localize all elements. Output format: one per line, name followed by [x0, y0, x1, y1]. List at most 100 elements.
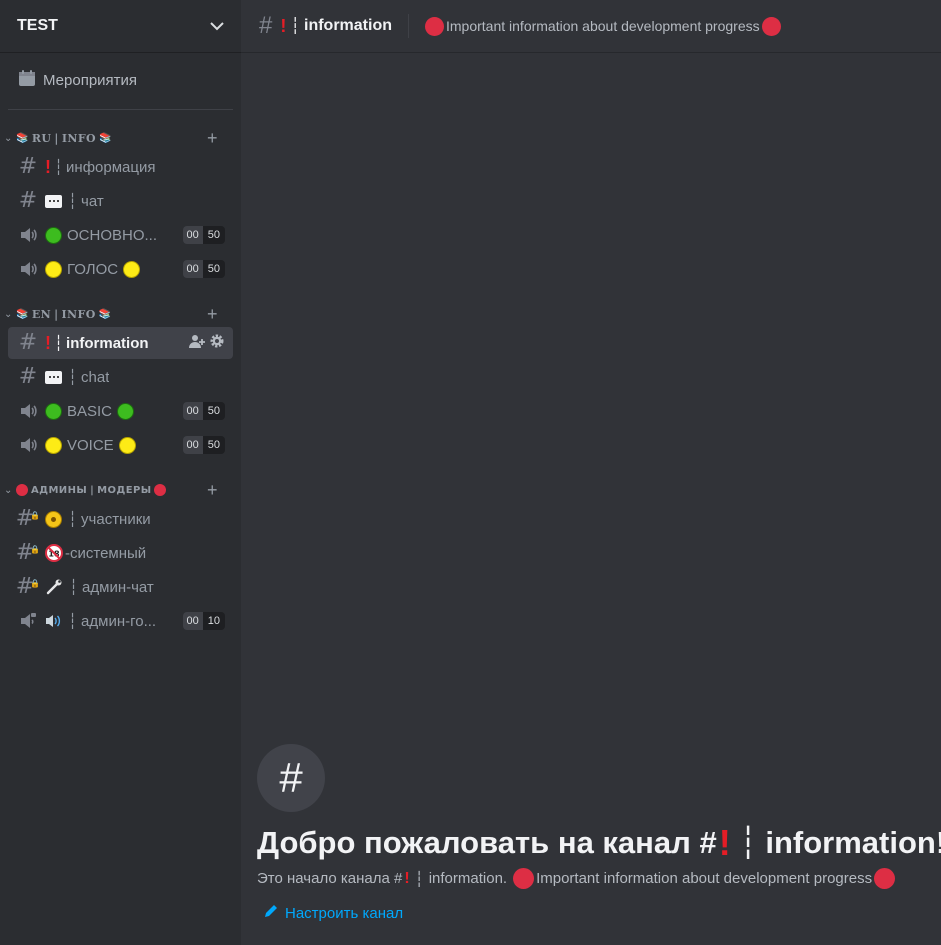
channel-name: информация — [66, 158, 156, 176]
voice-channel-en-voice[interactable]: VOICE 00 50 — [8, 429, 233, 461]
channel-admin-uchastniki[interactable]: # 🔒 ┆ участники — [8, 503, 233, 535]
channel-name: -системный — [65, 544, 147, 562]
voice-channel-en-basic[interactable]: BASIC 00 50 — [8, 395, 233, 427]
collapse-arrow-icon[interactable]: ⌄ — [4, 485, 16, 496]
channel-name: админ-чат — [82, 578, 154, 596]
locked-speaker-icon — [18, 611, 38, 631]
red-circle-icon — [154, 484, 167, 496]
speech-bubble-icon — [45, 194, 62, 208]
exclamation-icon: ! — [718, 822, 731, 863]
channel-sep: ┆ — [54, 159, 64, 176]
yellow-circle-icon — [45, 436, 62, 454]
category-en-info[interactable]: ⌄ 📚 EN | INFO 📚 + — [0, 302, 241, 326]
user-limit: 10 — [202, 612, 225, 630]
category-label-pre: АДМИНЫ — [31, 484, 88, 496]
red-circle-icon — [16, 484, 28, 496]
welcome-sub-name: information. — [428, 870, 508, 887]
category-admins-moders[interactable]: ⌄ АДМИНЫ | МОДЕРЫ + — [0, 478, 241, 502]
category-sep: | — [54, 131, 59, 145]
channel-sep: ┆ — [68, 511, 78, 528]
user-limit-badge: 00 50 — [182, 226, 225, 244]
gear-icon[interactable] — [209, 333, 225, 353]
speaker-icon — [18, 401, 38, 421]
channel-sep: ┆ — [414, 870, 424, 888]
locked-text-channel-icon: # 🔒 — [15, 506, 41, 531]
user-count: 00 — [182, 436, 203, 454]
user-count: 00 — [182, 260, 203, 278]
no-under-18-icon: 18 — [45, 544, 63, 562]
locked-text-channel-icon: # 🔒 — [15, 540, 41, 565]
exclamation-icon: ! — [45, 332, 51, 353]
category-label-pre: EN — [31, 307, 52, 321]
text-channel-icon: # — [18, 330, 38, 355]
text-channel-icon: # — [18, 154, 38, 179]
channel-admin-chat[interactable]: # 🔒 ┆ админ-чат — [8, 571, 233, 603]
welcome-title-post: information! — [765, 825, 941, 860]
books-icon: 📚 — [16, 132, 29, 144]
channel-admin-system[interactable]: #🔒 18 -системный — [8, 537, 233, 569]
books-icon: 📚 — [99, 132, 112, 144]
user-count: 00 — [182, 226, 203, 244]
yellow-circle-icon — [118, 436, 136, 454]
invite-member-icon[interactable] — [189, 333, 205, 353]
text-channel-icon: # — [259, 12, 273, 39]
chevron-down-icon[interactable] — [209, 18, 225, 34]
category-ru-info[interactable]: ⌄ 📚 RU | INFO 📚 + — [0, 126, 241, 150]
voice-channel-ru-main[interactable]: ОСНОВНО... 00 50 — [8, 219, 233, 251]
voice-channel-admin[interactable]: ┆ админ-го... 00 10 — [8, 605, 233, 637]
collapse-arrow-icon[interactable]: ⌄ — [4, 133, 16, 144]
channel-sep: ┆ — [68, 369, 78, 386]
speaker-icon — [18, 225, 38, 245]
events-link[interactable]: Мероприятия — [8, 63, 233, 97]
edit-channel-link[interactable]: Настроить канал — [263, 903, 403, 923]
hash-circle-icon: # — [257, 744, 325, 812]
calendar-icon — [18, 69, 36, 92]
collapse-arrow-icon[interactable]: ⌄ — [4, 309, 16, 320]
welcome-sub-topic: Important information about development … — [536, 870, 873, 887]
welcome-title: Добро пожаловать на канал # ! ┆ informat… — [257, 822, 941, 864]
channel-header: # ! ┆ information Important information … — [241, 0, 941, 53]
channel-sidebar: TEST Мероприятия ⌄ 📚 RU | INFO 📚 + # ! ┆… — [0, 0, 241, 945]
welcome-subtitle: Это начало канала # ! ┆ information. Imp… — [257, 868, 896, 889]
channel-title-name: information — [304, 17, 392, 34]
user-count: 00 — [182, 612, 203, 630]
user-limit-badge: 00 50 — [182, 436, 225, 454]
add-channel-icon[interactable]: + — [207, 480, 218, 500]
channel-sep: ┆ — [290, 18, 300, 35]
green-circle-icon — [117, 402, 135, 420]
channel-ru-informatsiya[interactable]: # ! ┆ информация — [8, 151, 233, 183]
welcome-sub-pre: Это начало канала # — [257, 870, 403, 887]
text-channel-icon: # — [18, 364, 38, 389]
red-circle-icon — [425, 16, 444, 36]
add-channel-icon[interactable]: + — [207, 128, 218, 148]
speaker-icon — [18, 259, 38, 279]
channel-name: information — [66, 334, 149, 352]
events-label: Мероприятия — [43, 71, 138, 89]
text-channel-icon: # — [18, 188, 38, 213]
speaker-icon — [18, 435, 38, 455]
channel-ru-chat[interactable]: # ┆ чат — [8, 185, 233, 217]
header-divider — [408, 14, 409, 38]
green-circle-icon — [45, 226, 62, 244]
exclamation-icon: ! — [404, 869, 410, 887]
user-limit: 50 — [202, 402, 225, 420]
add-channel-icon[interactable]: + — [207, 304, 218, 324]
channel-sep: ┆ — [68, 193, 78, 210]
server-header[interactable]: TEST — [0, 0, 241, 53]
channel-actions — [189, 333, 225, 353]
user-limit: 50 — [202, 436, 225, 454]
channel-name: VOICE — [67, 436, 114, 454]
channel-en-information[interactable]: # ! ┆ information — [8, 327, 233, 359]
green-circle-icon — [45, 402, 62, 420]
channel-name: админ-го... — [81, 612, 157, 630]
category-label-post: МОДЕРЫ — [97, 484, 152, 496]
channel-topic[interactable]: Important information about development … — [425, 16, 781, 36]
category-label: 📚 RU | INFO 📚 — [16, 132, 112, 145]
voice-channel-ru-golos[interactable]: ГОЛОС 00 50 — [8, 253, 233, 285]
channel-sep: ┆ — [54, 335, 64, 352]
channel-name: чат — [81, 192, 104, 210]
channel-name: ОСНОВНО... — [67, 226, 158, 244]
channel-en-chat[interactable]: # ┆ chat — [8, 361, 233, 393]
channel-name: chat — [81, 368, 110, 386]
channel-welcome: # Добро пожаловать на канал # ! ┆ inform… — [257, 744, 941, 922]
